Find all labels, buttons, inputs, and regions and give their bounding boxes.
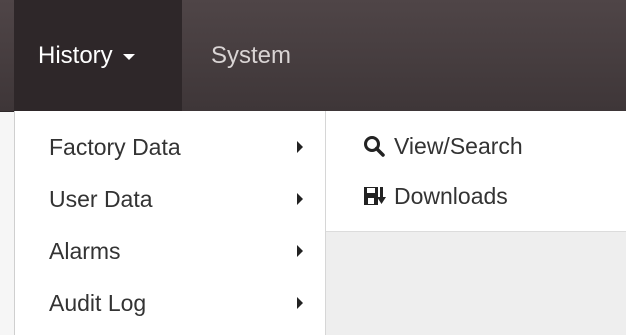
history-dropdown: Factory Data User Data Alarms Audit Log — [14, 111, 326, 335]
app-frame: History System Factory Data User Data Al… — [0, 0, 626, 335]
menu-item-label: Audit Log — [49, 289, 147, 316]
submenu-backdrop — [326, 231, 626, 335]
menu-item-audit-log[interactable]: Audit Log — [15, 277, 325, 329]
chevron-right-icon — [297, 193, 303, 205]
submenu-item-label: Downloads — [394, 182, 508, 209]
menu-item-label: Alarms — [49, 237, 121, 264]
submenu-item-label: View/Search — [394, 132, 523, 159]
chevron-right-icon — [297, 141, 303, 153]
menu-item-label: Factory Data — [49, 133, 181, 160]
menu-item-alarms[interactable]: Alarms — [15, 225, 325, 277]
factory-data-submenu: View/Search Downloads — [326, 111, 626, 231]
chevron-right-icon — [297, 245, 303, 257]
search-icon — [364, 136, 385, 157]
submenu-item-view-search[interactable]: View/Search — [326, 121, 626, 171]
nav-system-label: System — [211, 41, 292, 69]
nav-history-label: History — [38, 41, 113, 69]
nav-history-menu[interactable]: History — [14, 0, 182, 111]
nav-system-menu[interactable]: System — [207, 0, 295, 111]
chevron-right-icon — [297, 297, 303, 309]
menu-item-label: User Data — [49, 185, 153, 212]
menu-item-user-data[interactable]: User Data — [15, 173, 325, 225]
top-navbar: History System — [0, 0, 626, 112]
menu-item-factory-data[interactable]: Factory Data — [15, 121, 325, 173]
download-icon — [364, 187, 386, 205]
submenu-item-downloads[interactable]: Downloads — [326, 171, 626, 221]
caret-down-icon — [122, 54, 135, 60]
